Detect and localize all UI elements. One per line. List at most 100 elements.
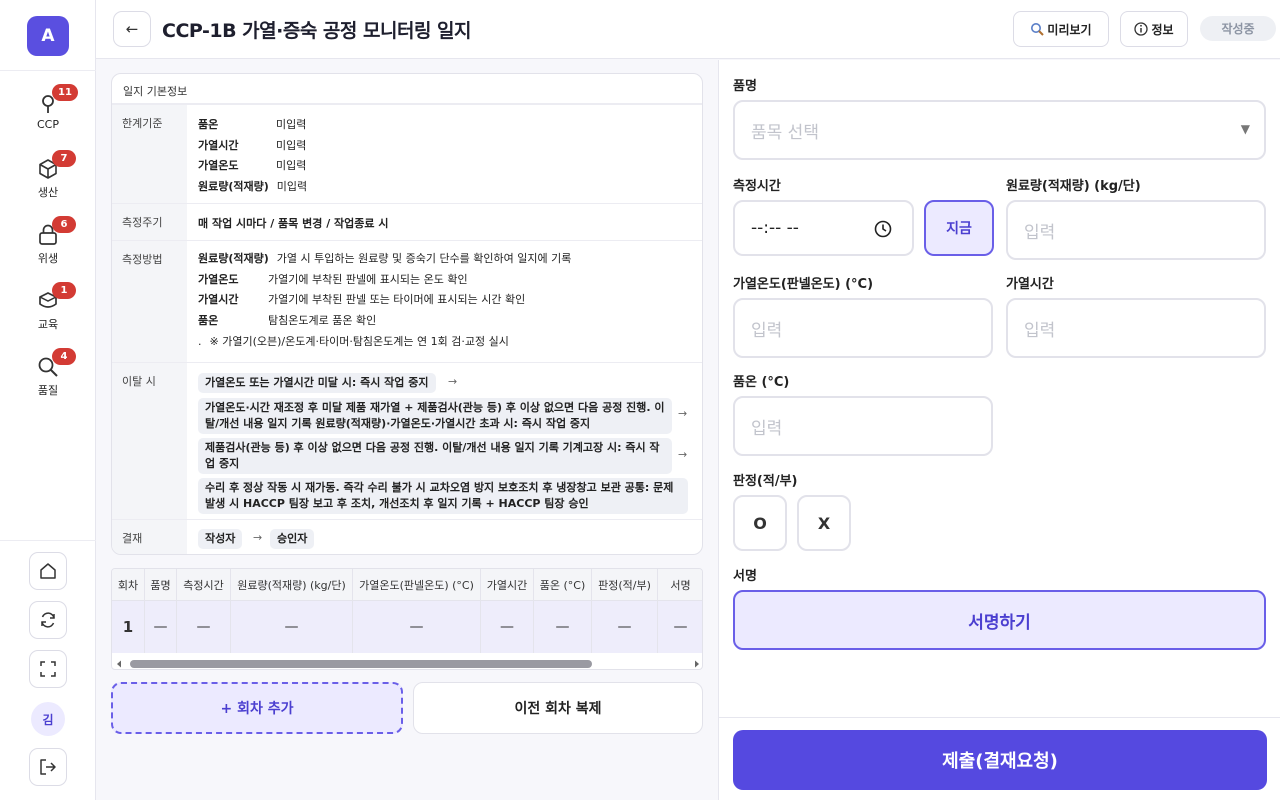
table-header: 판정(적/부) — [592, 569, 658, 601]
table-cell[interactable]: — — [534, 601, 592, 653]
product-label: 품명 — [733, 79, 757, 94]
duration-input[interactable]: 입력 — [1006, 298, 1266, 358]
divider — [0, 70, 96, 71]
badge-education: 1 — [52, 282, 76, 299]
table-header: 품명 — [145, 569, 177, 601]
sign-button[interactable]: 서명하기 — [733, 590, 1266, 650]
table-cell[interactable]: — — [592, 601, 658, 653]
avatar[interactable]: 김 — [31, 702, 65, 736]
sidebar-item-ccp[interactable]: 11 CCP — [0, 84, 96, 150]
badge-production: 7 — [52, 150, 76, 167]
core-temp-placeholder: 입력 — [751, 418, 783, 439]
temp-label: 가열온도(판넬온도) (°C) — [733, 277, 874, 292]
rounds-table: 회차 품명 측정시간 원료량(적재량) (kg/단) 가열온도(판넬온도) (°… — [111, 568, 703, 670]
temp-placeholder: 입력 — [751, 320, 783, 341]
header: ← CCP-1B 가열·증숙 공정 모니터링 일지 미리보기 정보 작성중 — [96, 0, 1280, 59]
arrow-right-icon: → — [678, 407, 688, 420]
clock-icon[interactable] — [874, 220, 892, 238]
submit-bar: 제출(결재요청) — [719, 717, 1280, 800]
table-cell[interactable]: — — [177, 601, 231, 653]
dropdown-arrow-icon: ▼ — [1240, 122, 1250, 136]
preview-label: 미리보기 — [1047, 22, 1092, 37]
table-cell[interactable]: — — [481, 601, 534, 653]
core-temp-input[interactable]: 입력 — [733, 396, 993, 456]
table-header: 가열온도(판넬온도) (°C) — [353, 569, 481, 601]
sidebar-item-quality[interactable]: 4 품질 — [0, 348, 96, 414]
judgment-ng-button[interactable]: X — [797, 495, 851, 551]
info-icon — [1134, 22, 1149, 36]
logout-button[interactable] — [29, 748, 67, 786]
deviation-step: 가열온도 또는 가열시간 미달 시: 즉시 작업 중지 — [198, 373, 436, 393]
back-button[interactable]: ← — [113, 11, 151, 47]
amount-input[interactable]: 입력 — [1006, 200, 1266, 260]
page-title: CCP-1B 가열·증숙 공정 모니터링 일지 — [162, 20, 472, 42]
scrollbar-thumb — [130, 660, 592, 668]
amount-placeholder: 입력 — [1024, 222, 1056, 243]
sidebar-item-label: 위생 — [37, 252, 59, 265]
add-round-button[interactable]: + 회차 추가 — [111, 682, 403, 734]
table-cell[interactable]: — — [353, 601, 481, 653]
limits-label: 한계기준 — [112, 105, 187, 203]
limits-row: 한계기준 품온 미입력 가열시간 미입력 가열온도 미입력 원료량(적재량) 미입력 — [112, 104, 702, 203]
sidebar-item-label: 품질 — [37, 384, 59, 397]
table-cell[interactable]: 1 — [112, 601, 145, 653]
judgment-ok-button[interactable]: O — [733, 495, 787, 551]
method-item: 가열시간 가열기에 부착된 판넬 또는 타이머에 표시되는 시간 확인 — [198, 293, 526, 306]
arrow-right-icon: → — [253, 531, 263, 544]
info-label: 정보 — [1151, 22, 1174, 37]
method-item: 가열온도 가열기에 부착된 판넬에 표시되는 온도 확인 — [198, 273, 468, 286]
logout-icon — [40, 759, 56, 775]
table-cell[interactable]: — — [231, 601, 353, 653]
deviation-step: 제품검사(관능 등) 후 이상 없으면 다음 공정 진행. 이탈/개선 내용 일… — [198, 438, 672, 474]
arrow-right-icon: → — [678, 448, 688, 461]
refresh-button[interactable] — [29, 601, 67, 639]
temp-input[interactable]: 입력 — [733, 298, 993, 358]
copy-previous-round-button[interactable]: 이전 회차 복제 — [413, 682, 703, 734]
cycle-row: 측정주기 매 작업 시마다 / 품목 변경 / 작업종료 시 — [112, 203, 702, 240]
time-label: 측정시간 — [733, 179, 781, 194]
entry-form: 품명 품목 선택 ▼ 측정시간 --:-- -- 지금 원료량(적재량) (kg… — [718, 60, 1280, 800]
deviation-step: 가열온도·시간 재조정 후 미달 제품 재가열 + 제품검사(관능 등) 후 이… — [198, 398, 672, 434]
time-input[interactable]: --:-- -- — [733, 200, 914, 256]
info-button[interactable]: 정보 — [1120, 11, 1188, 47]
time-value: --:-- -- — [751, 218, 799, 238]
badge-quality: 4 — [52, 348, 76, 365]
cycle-value: 매 작업 시마다 / 품목 변경 / 작업종료 시 — [198, 217, 389, 230]
table-header: 원료량(적재량) (kg/단) — [231, 569, 353, 601]
method-label: 측정방법 — [112, 241, 187, 362]
limit-item: 원료량(적재량) 미입력 — [198, 180, 308, 193]
product-select[interactable]: 품목 선택 ▼ — [733, 100, 1266, 160]
table-cell[interactable]: — — [658, 601, 702, 653]
preview-button[interactable]: 미리보기 — [1013, 11, 1109, 47]
deviation-label: 이탈 시 — [112, 363, 187, 519]
horizontal-scrollbar[interactable] — [112, 657, 703, 670]
table-header: 서명 — [658, 569, 702, 601]
back-arrow-icon: ← — [125, 20, 139, 38]
cycle-label: 측정주기 — [112, 204, 187, 240]
info-card-title: 일지 기본정보 — [112, 74, 702, 104]
table-header: 측정시간 — [177, 569, 231, 601]
sidebar-item-label: CCP — [37, 118, 59, 131]
home-button[interactable] — [29, 552, 67, 590]
fullscreen-button[interactable] — [29, 650, 67, 688]
method-item: 품온 탐침온도계로 품온 확인 — [198, 314, 377, 327]
badge-ccp: 11 — [52, 84, 78, 101]
badge-hygiene: 6 — [52, 216, 76, 233]
table-cell[interactable]: — — [145, 601, 177, 653]
sidebar-item-hygiene[interactable]: 6 위생 — [0, 216, 96, 282]
app-logo[interactable]: A — [27, 16, 69, 56]
core-temp-label: 품온 (°C) — [733, 375, 790, 390]
limit-item: 가열온도 미입력 — [198, 159, 307, 172]
duration-placeholder: 입력 — [1024, 320, 1056, 341]
scroll-right-icon — [695, 660, 699, 668]
product-placeholder: 품목 선택 — [751, 122, 819, 143]
submit-button[interactable]: 제출(결재요청) — [733, 730, 1267, 790]
limit-item: 가열시간 미입력 — [198, 139, 307, 152]
sidebar-item-production[interactable]: 7 생산 — [0, 150, 96, 216]
table-header: 회차 — [112, 569, 145, 601]
sidebar-item-education[interactable]: 1 교육 — [0, 282, 96, 348]
now-button[interactable]: 지금 — [924, 200, 994, 256]
judgment-label: 판정(적/부) — [733, 474, 798, 489]
scroll-left-icon — [117, 660, 121, 668]
deviation-step: 수리 후 정상 작동 시 재가동. 즉각 수리 불가 시 교차오염 방지 보호조… — [198, 478, 688, 514]
